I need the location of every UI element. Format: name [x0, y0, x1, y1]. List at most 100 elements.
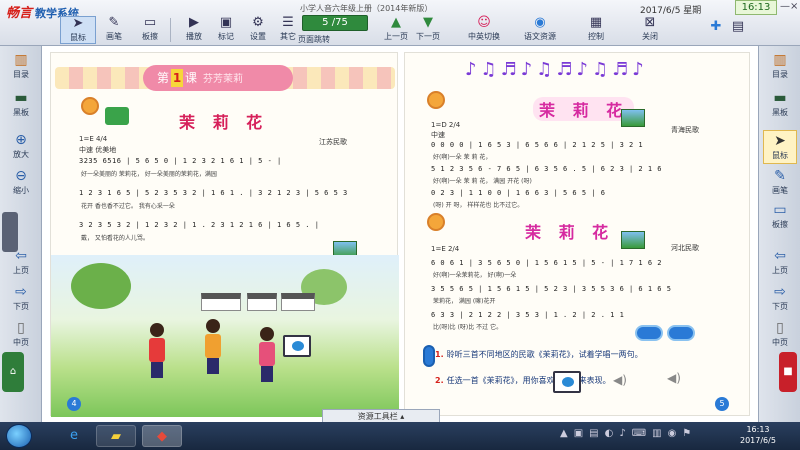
tool-label: 设置: [250, 32, 266, 41]
page-counter[interactable]: 5 /75: [302, 15, 368, 31]
add-button[interactable]: ✚: [706, 20, 726, 48]
sidebar-item-cursor[interactable]: ➤ 鼠标: [763, 130, 797, 164]
audio-button[interactable]: [667, 325, 695, 341]
score-line: 6 0 6 1 | 3 5 6 5 0 | 1 5 6 1 5 | 5 - | …: [431, 259, 663, 267]
blackboard-icon: ▬: [14, 90, 28, 106]
window-close-button[interactable]: ×: [790, 1, 798, 12]
sidebar-label: 黑板: [772, 108, 788, 117]
sidebar-item-prev[interactable]: ⇦ 上页: [763, 246, 797, 280]
resource-button[interactable]: ◉ 语文资源: [520, 16, 560, 44]
child-avatar-icon: [427, 91, 445, 109]
sidebar-item-middle[interactable]: ▯ 中页: [4, 318, 38, 352]
sidebar-item-eraser[interactable]: ▭ 板擦: [763, 200, 797, 234]
plus-icon: ✚: [710, 19, 722, 34]
close-book-button[interactable]: ⊠ 关闭: [630, 16, 670, 44]
picture-badge-icon[interactable]: [105, 107, 129, 125]
sidebar-item-blackboard[interactable]: ▬ 黑板: [763, 88, 797, 122]
task-number: 1.: [435, 350, 444, 359]
tool-play[interactable]: ▶ 播放: [176, 16, 212, 44]
audio-button[interactable]: [635, 325, 663, 341]
sidebar-item-catalog[interactable]: ▥ 目录: [763, 50, 797, 84]
song-tempo: 中速 优美地: [79, 146, 117, 154]
lesson-suffix: 课: [185, 71, 198, 85]
stop-icon: ■: [783, 366, 793, 377]
tool-label: 控制: [588, 32, 604, 41]
tool-cursor[interactable]: ➤ 鼠标: [60, 16, 96, 44]
home-button[interactable]: ⌂: [2, 352, 24, 392]
page-number: 4: [67, 397, 81, 411]
start-button[interactable]: [6, 424, 32, 448]
tool-pen[interactable]: ✎ 画笔: [96, 16, 132, 44]
sidebar-label: 下页: [772, 302, 788, 311]
mascot-icon: [423, 345, 435, 367]
taskbar-item-app[interactable]: ◆: [142, 425, 182, 447]
lesson-number: 1: [171, 69, 184, 87]
mark-icon: ▣: [219, 15, 233, 30]
child-figure: [147, 323, 167, 379]
play-icon: ▶: [189, 15, 199, 30]
resource-toolbar-tab[interactable]: 资源工具栏 ▴: [322, 409, 440, 423]
speaker-icon[interactable]: ◀): [667, 371, 683, 385]
sidebar-item-pen[interactable]: ✎ 画笔: [763, 166, 797, 200]
tray-clock[interactable]: 16:13 2017/6/5: [740, 424, 776, 446]
more-icon: ☰: [282, 15, 294, 30]
app-icon: ◆: [157, 429, 167, 444]
sidebar-item-middle[interactable]: ▯ 中页: [763, 318, 797, 352]
resource-icon: ◉: [534, 15, 546, 30]
lyric-line: 茉莉花， 满园 (嘛)花开: [433, 298, 496, 305]
sidebar-item-next[interactable]: ⇨ 下页: [763, 282, 797, 316]
image-icon[interactable]: [621, 109, 645, 127]
arrow-up-icon: ▲: [391, 15, 401, 30]
blackboard-icon: ▬: [773, 90, 787, 106]
pen-icon: ✎: [108, 15, 120, 30]
grid-button[interactable]: ▤: [728, 20, 748, 48]
song2-title: 茉 莉 花: [525, 223, 615, 242]
sidebar-label: 放大: [13, 150, 29, 159]
song2-key: 1=E 2/4: [431, 245, 460, 253]
sidebar-item-zoom-in[interactable]: ⊕ 放大: [4, 130, 38, 164]
next-page-button[interactable]: ▼ 下一页: [410, 16, 446, 44]
speaker-icon[interactable]: ◀): [613, 373, 629, 387]
tool-label: 下一页: [416, 32, 440, 41]
prev-page-button[interactable]: ▲ 上一页: [378, 16, 414, 44]
task-text: 聆听三首不同地区的民歌《茉莉花》，试着学唱一两句。: [446, 350, 643, 359]
zoom-in-icon: ⊕: [15, 132, 27, 148]
tool-eraser[interactable]: ▭ 板擦: [132, 16, 168, 44]
sidebar-item-blackboard[interactable]: ▬ 黑板: [4, 88, 38, 122]
house-illustration: [201, 293, 241, 311]
book-icon: ▥: [14, 52, 28, 68]
sidebar-label: 上页: [772, 266, 788, 275]
switch-button[interactable]: ☺ 中英切换: [464, 16, 504, 44]
lyric-line: 好一朵美丽的 茉莉花， 好一朵美丽的茉莉花，满园: [81, 171, 217, 178]
pen-icon: ✎: [774, 168, 786, 184]
score-line: 3235 6516 | 5 6 5 0 | 1 2 3 2 1 6 1 | 5 …: [79, 157, 282, 165]
video-icon[interactable]: [283, 335, 311, 357]
control-button[interactable]: ▦ 控制: [576, 16, 616, 44]
ie-icon: e: [70, 428, 78, 443]
video-icon[interactable]: [553, 371, 581, 393]
child-avatar-icon: [427, 213, 445, 231]
tool-mark[interactable]: ▣ 标记: [208, 16, 244, 44]
date-label: 2017/6/5 星期: [640, 6, 702, 16]
left-sidebar: ▥ 目录 ▬ 黑板 ⊕ 放大 ⊖ 缩小 ⇦ 上页 ⇨ 下页 ▯ 中页 ⌂: [0, 46, 42, 422]
sidebar-drag-handle[interactable]: [2, 212, 18, 252]
close-icon: ⊠: [644, 15, 656, 30]
task-text: 任选一首《茉莉花》，用你喜欢的形式来表现。: [446, 376, 611, 385]
image-icon[interactable]: [621, 231, 645, 249]
sidebar-label: 中页: [13, 338, 29, 347]
task-item: 1. 聆听三首不同地区的民歌《茉莉花》，试着学唱一两句。: [435, 349, 725, 360]
minimize-button[interactable]: —: [780, 1, 790, 12]
song1-tempo: 中速: [431, 131, 445, 139]
stop-button[interactable]: ■: [779, 352, 797, 392]
song2-source: 河北民歌: [671, 244, 699, 252]
sidebar-item-catalog[interactable]: ▥ 目录: [4, 50, 38, 84]
taskbar-item-ie[interactable]: e: [54, 425, 94, 447]
tool-label: 语文资源: [524, 32, 556, 41]
page-icon: ▯: [776, 320, 784, 336]
taskbar-item-folder[interactable]: ▰: [96, 425, 136, 447]
control-icon: ▦: [589, 15, 603, 30]
sidebar-item-zoom-out[interactable]: ⊖ 缩小: [4, 166, 38, 200]
sidebar-item-next[interactable]: ⇨ 下页: [4, 282, 38, 316]
lyric-line: 好(啊)一朵茉莉花， 好(啊)一朵: [433, 272, 517, 279]
system-tray[interactable]: ▲▣▤◐♪⌨▥◉⚑: [560, 428, 697, 439]
